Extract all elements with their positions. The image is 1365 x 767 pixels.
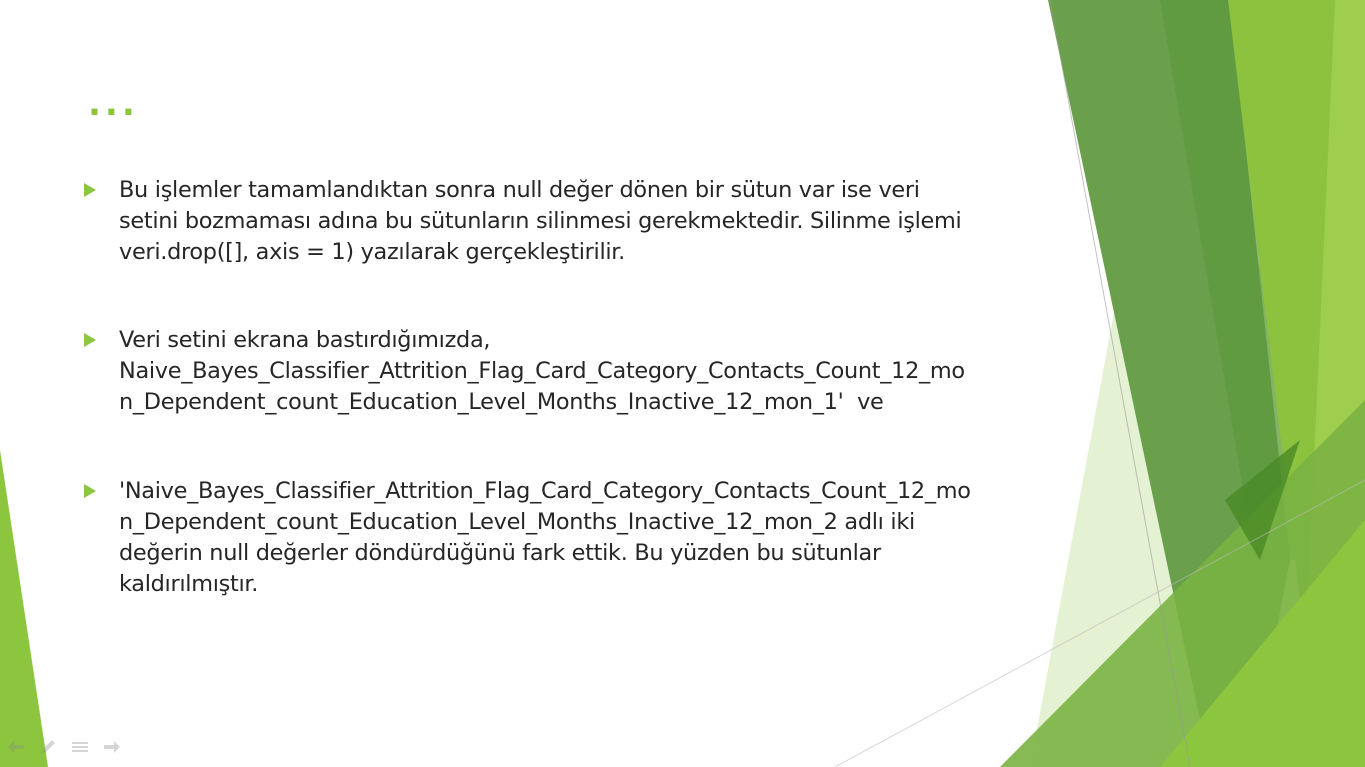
slideshow-nav xyxy=(6,738,122,756)
bullet-line: Veri setini ekrana bastırdığımızda, xyxy=(119,327,491,353)
bullet-text-1: Bu işlemler tamamlandıktan sonra null de… xyxy=(119,175,1031,268)
decor-shape-left xyxy=(0,450,48,767)
bullet-line: setini bozmaması adına bu sütunların sil… xyxy=(119,208,962,234)
bullet-line: veri.drop([], axis = 1) yazılarak gerçek… xyxy=(119,239,625,265)
bullet-line: kaldırılmıştır. xyxy=(119,571,259,597)
bullet-line: Bu işlemler tamamlandıktan sonra null de… xyxy=(119,177,920,203)
bullet-line: 'Naive_Bayes_Classifier_Attrition_Flag_C… xyxy=(119,478,971,504)
bullet-text-2: Veri setini ekrana bastırdığımızda, Naiv… xyxy=(119,325,1031,418)
bullet-line: n_Dependent_count_Education_Level_Months… xyxy=(119,509,915,535)
bullet-marker-icon xyxy=(84,183,96,197)
slide-title: ... xyxy=(88,84,139,124)
bullet-marker-icon xyxy=(84,484,96,498)
bullet-line: n_Dependent_count_Education_Level_Months… xyxy=(119,389,884,415)
back-arrow-icon[interactable] xyxy=(6,738,26,756)
bullet-text-3: 'Naive_Bayes_Classifier_Attrition_Flag_C… xyxy=(119,476,1031,600)
forward-arrow-icon[interactable] xyxy=(102,738,122,756)
menu-icon[interactable] xyxy=(70,738,90,756)
bullet-line: değerin null değerler döndürdüğünü fark … xyxy=(119,540,881,566)
bullet-marker-icon xyxy=(84,333,96,347)
pen-icon[interactable] xyxy=(38,738,58,756)
bullet-line: Naive_Bayes_Classifier_Attrition_Flag_Ca… xyxy=(119,358,965,384)
slide: ... Bu işlemler tamamlandıktan sonra nul… xyxy=(0,0,1365,767)
